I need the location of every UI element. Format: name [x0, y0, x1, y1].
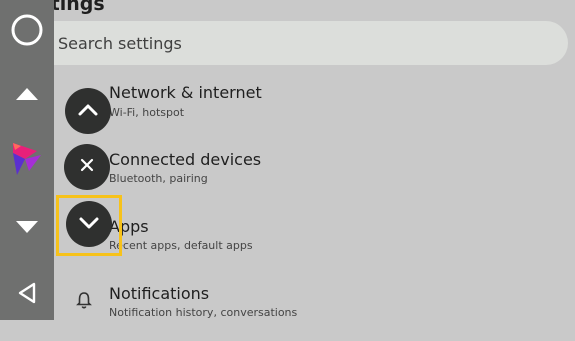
chevron-up-icon	[77, 102, 99, 121]
arrow-down-icon[interactable]	[0, 217, 54, 237]
home-circle-icon[interactable]	[0, 12, 54, 48]
search-input[interactable]: Search settings	[58, 34, 182, 53]
setting-subtitle: Recent apps, default apps	[109, 239, 253, 252]
setting-title: Notifications	[109, 284, 210, 303]
scroll-up-button[interactable]	[65, 88, 111, 134]
bell-icon	[76, 291, 92, 313]
close-icon	[79, 157, 95, 177]
setting-title: Connected devices	[109, 150, 262, 169]
focus-highlight	[56, 195, 122, 256]
arrow-up-icon[interactable]	[0, 84, 54, 104]
setting-network-internet[interactable]: Network & internet Wi-Fi, hotspot	[54, 80, 575, 140]
setting-subtitle: Notification history, conversations	[109, 306, 298, 319]
setting-notifications[interactable]: Notifications Notification history, conv…	[54, 281, 575, 341]
setting-apps[interactable]: Apps Recent apps, default apps	[54, 214, 575, 274]
app-logo-icon[interactable]	[0, 140, 54, 178]
setting-subtitle: Bluetooth, pairing	[109, 172, 208, 185]
search-bar[interactable]: Search settings	[20, 21, 568, 65]
back-icon[interactable]	[0, 281, 54, 305]
close-overlay-button[interactable]	[64, 144, 110, 190]
setting-subtitle: Wi-Fi, hotspot	[109, 106, 185, 119]
setting-connected-devices[interactable]: Connected devices Bluetooth, pairing	[54, 147, 575, 207]
nav-rail	[0, 0, 54, 320]
setting-title: Network & internet	[109, 83, 262, 102]
